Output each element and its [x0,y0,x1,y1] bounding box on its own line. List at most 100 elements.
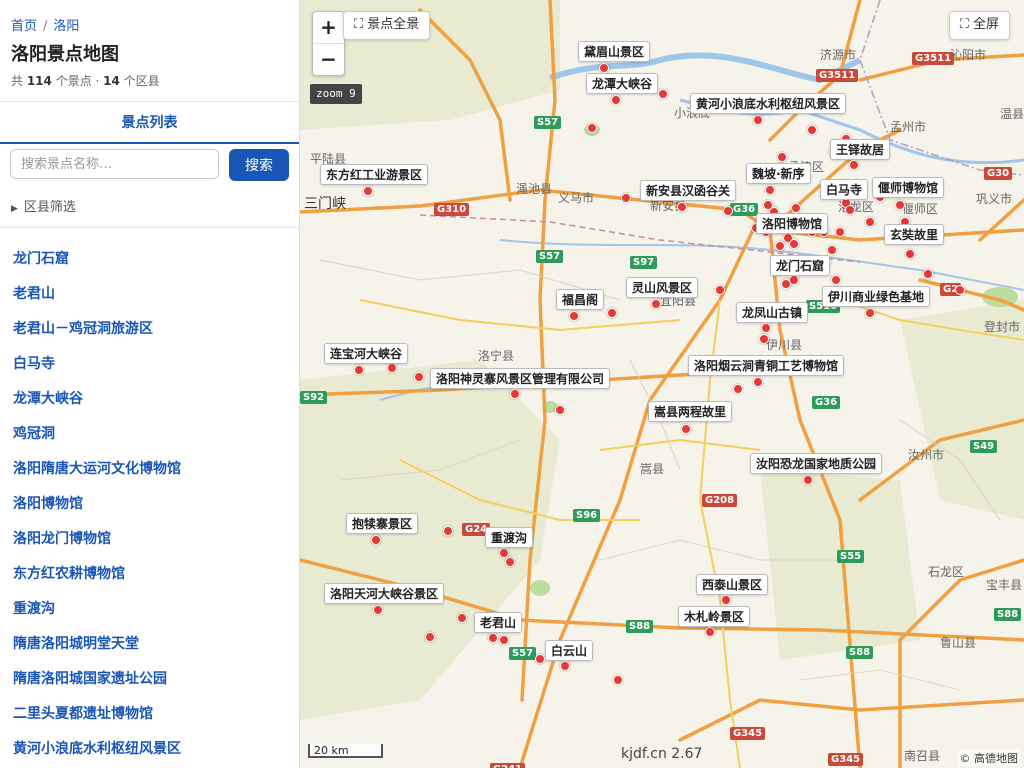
scenic-spot-marker[interactable] [789,239,799,249]
spot-list-item[interactable]: 鸡冠洞 [13,423,181,458]
poi-label[interactable]: 白马寺 [820,179,869,200]
poi-label[interactable]: 西泰山景区 [696,574,769,595]
poi-label[interactable]: 伊川商业绿色基地 [822,286,931,307]
scenic-spot-marker[interactable] [443,526,453,536]
scenic-spot-marker[interactable] [753,377,763,387]
spot-list-item[interactable]: 东方红农耕博物馆 [13,563,181,598]
scenic-spot-marker[interactable] [845,205,855,215]
spot-list-item[interactable]: 老君山－鸡冠洞旅游区 [13,318,181,353]
scenic-spot-marker[interactable] [791,203,801,213]
poi-label[interactable]: 福昌阁 [556,289,605,310]
scenic-spot-marker[interactable] [705,627,715,637]
poi-label[interactable]: 新安县汉函谷关 [640,180,737,201]
scenic-spot-marker[interactable] [363,186,373,196]
poi-label[interactable]: 抱犊寨景区 [346,513,419,534]
scenic-spot-marker[interactable] [658,89,668,99]
spot-list-item[interactable]: 隋唐洛阳城国家遗址公园 [13,668,181,703]
fullscreen-button[interactable]: ⛶ 全屏 [948,11,1010,40]
spot-list-item[interactable]: 二里头夏都遗址博物馆 [13,703,181,738]
scenic-spot-marker[interactable] [835,227,845,237]
scenic-spot-marker[interactable] [905,249,915,259]
scenic-spot-marker[interactable] [865,217,875,227]
scenic-spot-marker[interactable] [955,285,965,295]
poi-label[interactable]: 偃师博物馆 [872,177,945,198]
scenic-spot-marker[interactable] [807,125,817,135]
breadcrumb-current-link[interactable]: 洛阳 [53,19,79,34]
zoom-out-button[interactable]: − [313,43,344,75]
scenic-spot-marker[interactable] [371,535,381,545]
scenic-spot-marker[interactable] [510,389,520,399]
poi-label[interactable]: 龙门石窟 [770,255,831,276]
scenic-spot-marker[interactable] [560,661,570,671]
scenic-spot-marker[interactable] [677,202,687,212]
poi-label[interactable]: 龙潭大峡谷 [586,73,659,94]
poi-label[interactable]: 魏坡·新序 [746,163,811,184]
scenic-spot-marker[interactable] [555,405,565,415]
scenic-spot-marker[interactable] [849,160,859,170]
search-input[interactable] [10,149,219,179]
scenic-spot-marker[interactable] [753,115,763,125]
spot-list-item[interactable]: 白马寺 [13,353,181,388]
spot-list-item[interactable]: 隋唐洛阳城明堂天堂 [13,633,181,668]
county-filter-toggle[interactable]: ▶ 区县筛选 [11,196,76,215]
poi-label[interactable]: 灵山风景区 [626,277,699,298]
poi-label[interactable]: 连宝河大峡谷 [324,343,409,364]
spot-list-item[interactable]: 龙潭大峡谷 [13,388,181,423]
scenic-spot-marker[interactable] [373,605,383,615]
scenic-spot-marker[interactable] [761,323,771,333]
spot-list-item[interactable]: 洛阳博物馆 [13,493,181,528]
poi-label[interactable]: 重渡沟 [485,527,534,548]
scenic-spot-marker[interactable] [488,633,498,643]
scenic-spot-marker[interactable] [425,632,435,642]
poi-label[interactable]: 嵩县两程故里 [648,401,733,422]
scenic-spot-marker[interactable] [827,245,837,255]
spot-list-item[interactable]: 洛阳龙门博物馆 [13,528,181,563]
scenic-spot-marker[interactable] [505,557,515,567]
scenic-spot-marker[interactable] [651,299,661,309]
scenic-spot-marker[interactable] [607,308,617,318]
scenic-spot-marker[interactable] [569,311,579,321]
poi-label[interactable]: 洛阳博物馆 [756,213,829,234]
scenic-spot-marker[interactable] [923,269,933,279]
scenic-spot-marker[interactable] [613,675,623,685]
poi-label[interactable]: 黄河小浪底水利枢纽风景区 [690,93,847,114]
scenic-spot-marker[interactable] [803,475,813,485]
scenic-spot-marker[interactable] [765,185,775,195]
scenic-spot-marker[interactable] [535,654,545,664]
scenic-spot-marker[interactable] [723,206,733,216]
scenic-spot-marker[interactable] [587,123,597,133]
scenic-spot-marker[interactable] [681,424,691,434]
poi-label[interactable]: 黛眉山景区 [578,41,651,62]
scenic-spot-marker[interactable] [775,241,785,251]
scenic-spot-marker[interactable] [414,372,424,382]
spot-list-item[interactable]: 老君山 [13,283,181,318]
poi-label[interactable]: 王铎故居 [830,139,891,160]
scenic-spot-marker[interactable] [777,152,787,162]
scenic-spot-marker[interactable] [457,613,467,623]
poi-label[interactable]: 木札岭景区 [678,606,751,627]
scenic-spot-marker[interactable] [895,200,905,210]
scenic-spot-marker[interactable] [499,635,509,645]
scenic-spot-marker[interactable] [599,63,609,73]
poi-label[interactable]: 龙凤山古镇 [736,302,809,323]
scenic-spot-marker[interactable] [781,279,791,289]
scenic-spot-marker[interactable] [611,95,621,105]
spot-list-item[interactable]: 重渡沟 [13,598,181,633]
poi-label[interactable]: 汝阳恐龙国家地质公园 [750,453,883,474]
map-view[interactable]: 济源市 沁阳市 温县 孟州市 巩义市 登封市 汝州市 宝丰县 石龙区 鲁山县 南召县 平陆县 三门峡 渑池… [300,0,1024,768]
poi-label[interactable]: 洛阳天河大峡谷景区 [324,583,445,604]
scenic-spot-marker[interactable] [721,595,731,605]
scenic-spot-marker[interactable] [733,384,743,394]
scenic-spot-marker[interactable] [621,193,631,203]
overview-button[interactable]: ⛶ 景点全景 [343,11,431,40]
scenic-spot-marker[interactable] [865,308,875,318]
breadcrumb-home-link[interactable]: 首页 [11,19,37,34]
poi-label[interactable]: 白云山 [545,640,594,661]
spot-list-item[interactable]: 黄河小浪底水利枢纽风景区 [13,738,181,768]
poi-label[interactable]: 老君山 [474,612,523,633]
spot-list-item[interactable]: 洛阳隋唐大运河文化博物馆 [13,458,181,493]
zoom-in-button[interactable]: + [313,12,344,43]
scenic-spot-marker[interactable] [759,334,769,344]
scenic-spot-marker[interactable] [387,363,397,373]
poi-label[interactable]: 东方红工业游景区 [320,164,429,185]
